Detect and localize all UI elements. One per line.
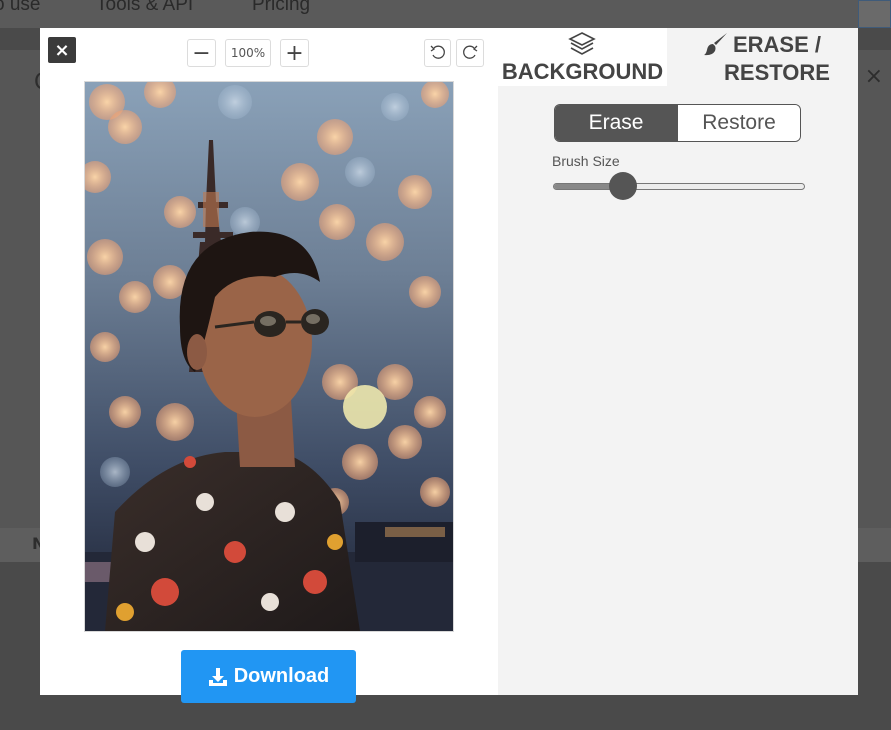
nav-how-to-use: o use [0, 0, 41, 15]
brush-size-label: Brush Size [552, 153, 620, 169]
redo-icon [463, 45, 478, 59]
editor-modal: × − 100% + Download BACKGROUND ERASE / R… [40, 28, 858, 703]
tools-panel: BACKGROUND ERASE / RESTORE Erase Restore… [498, 28, 858, 695]
close-button[interactable]: × [48, 37, 76, 63]
minus-icon: − [192, 40, 211, 66]
zoom-level: 100% [225, 39, 271, 67]
close-icon: × [54, 39, 70, 61]
mode-toggle: Erase Restore [554, 104, 801, 142]
brush-size-slider-thumb[interactable] [609, 172, 637, 200]
zoom-out-button[interactable]: − [187, 39, 216, 67]
erase-mode-button[interactable]: Erase [555, 105, 677, 141]
restore-mode-button[interactable]: Restore [677, 105, 800, 141]
nav-tools-api: Tools & API [96, 0, 194, 15]
tab-background-label: BACKGROUND [501, 59, 664, 84]
nav-pricing: Pricing [252, 0, 311, 15]
redo-button[interactable] [456, 39, 484, 67]
portrait-image [85, 82, 453, 631]
tab-erase-restore-label: ERASE / RESTORE [724, 32, 830, 85]
undo-button[interactable] [424, 39, 451, 67]
download-label: Download [233, 665, 330, 687]
nav-button [858, 0, 891, 28]
brush-size-slider[interactable] [553, 183, 805, 190]
plus-icon: + [285, 40, 304, 66]
background-nav: o use Tools & API Pricing [0, 0, 891, 28]
photo-canvas[interactable] [84, 81, 454, 632]
undo-icon [430, 45, 445, 59]
tab-background[interactable]: BACKGROUND [498, 28, 667, 86]
download-icon [208, 667, 227, 686]
tab-erase-restore[interactable]: ERASE / RESTORE [667, 28, 858, 86]
zoom-in-button[interactable]: + [280, 39, 309, 67]
download-button[interactable]: Download [181, 650, 356, 703]
background-card-close-icon: × [864, 64, 883, 89]
layers-icon [568, 32, 596, 55]
